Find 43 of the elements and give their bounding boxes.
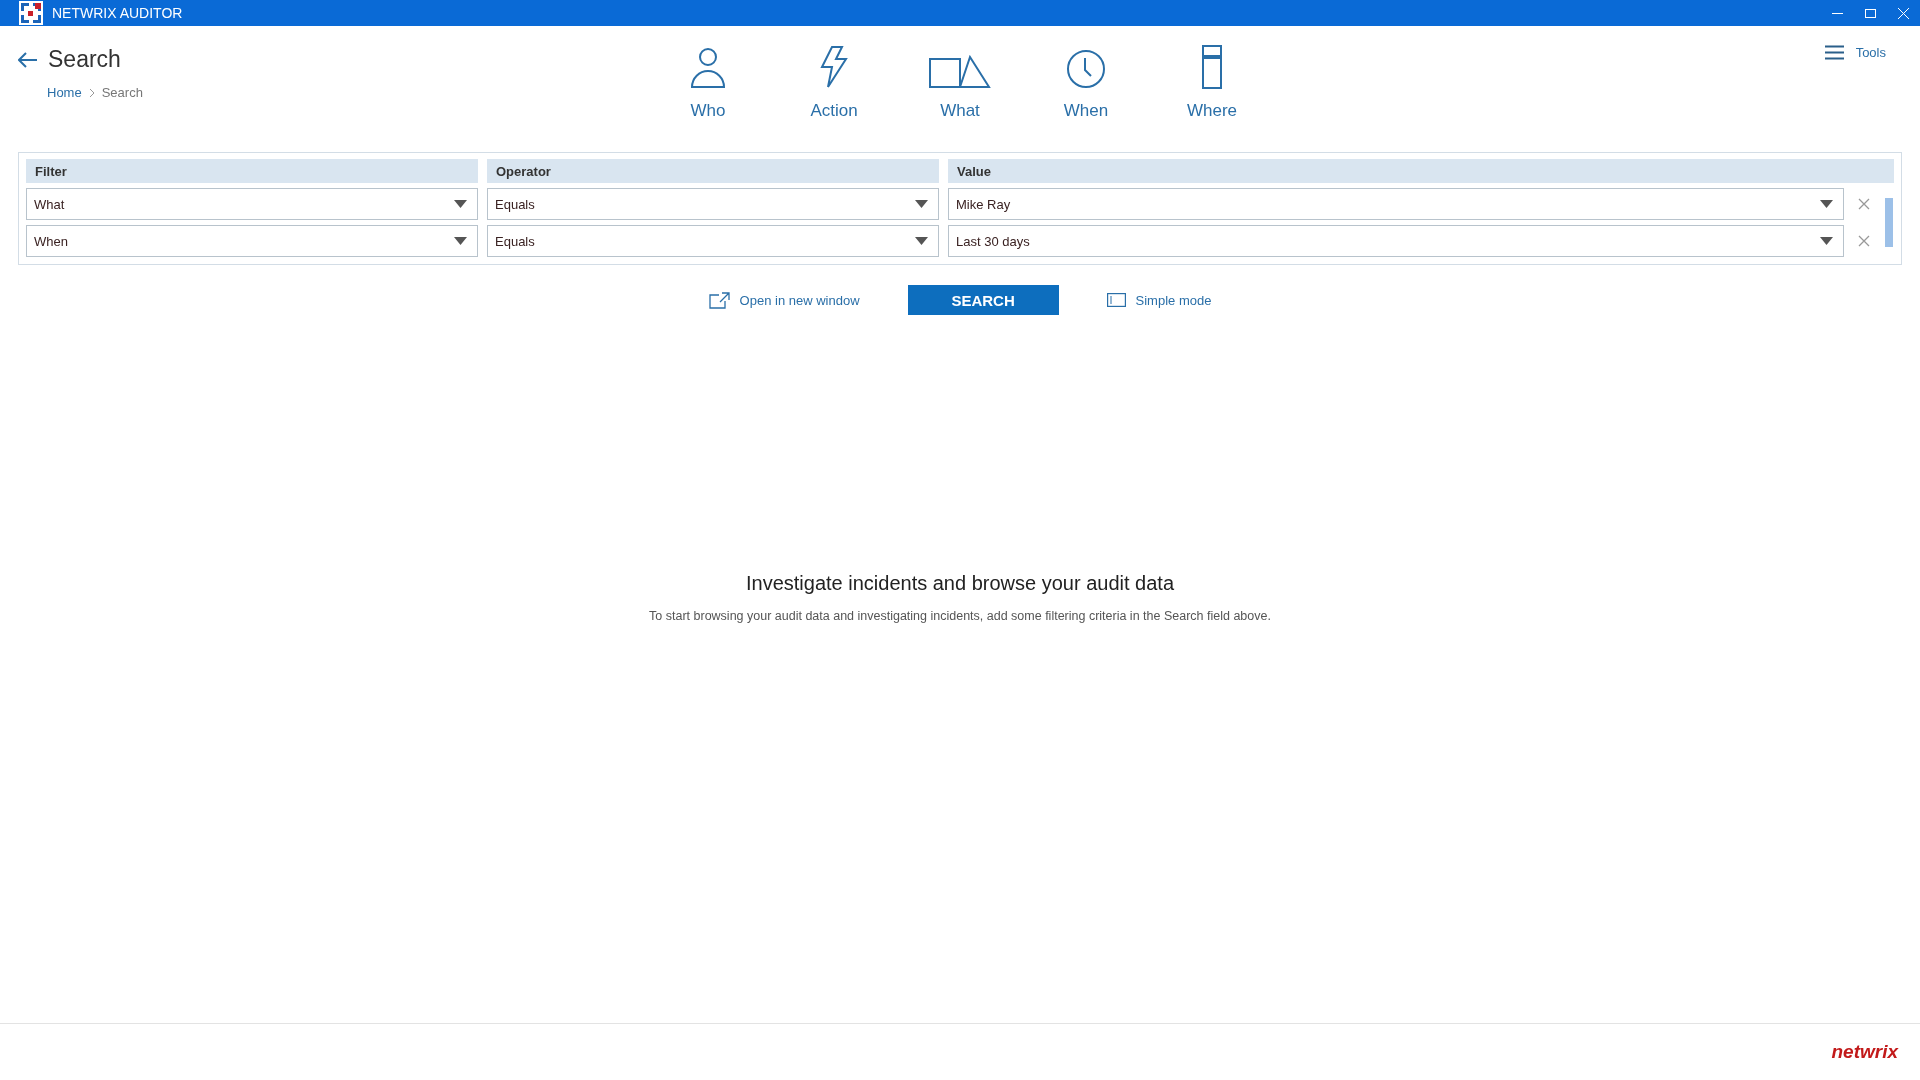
value-dropdown[interactable]: Last 30 days (948, 225, 1844, 257)
close-icon[interactable] (1898, 7, 1909, 19)
empty-state-heading: Investigate incidents and browse your audit data (745, 572, 1174, 595)
category-button[interactable]: When (1050, 43, 1122, 152)
tools-menu-button[interactable]: Tools (1824, 45, 1886, 60)
chevron-icon (87, 87, 96, 98)
window-title: NETWRIX AUDITOR (52, 5, 183, 21)
breadcrumb-link[interactable]: Home (47, 85, 82, 100)
open-new-window-link[interactable]: Open in new window (708, 291, 860, 309)
column-header: Filter (26, 159, 478, 183)
page-title: Search (48, 46, 121, 73)
caret-icon (915, 200, 928, 208)
panel-icon (1106, 293, 1126, 307)
filter-dropdown[interactable]: When (26, 225, 478, 257)
back-arrow-icon[interactable] (18, 51, 38, 68)
simple-mode-link[interactable]: Simple mode (1106, 292, 1212, 308)
remove-icon[interactable] (1858, 235, 1870, 247)
caret-icon (454, 200, 467, 208)
operator-dropdown[interactable]: Equals (487, 188, 939, 220)
caret-icon (454, 237, 467, 245)
operator-dropdown[interactable]: Equals (487, 225, 939, 257)
brand-logo: netwrix (1831, 1041, 1898, 1063)
category-button[interactable]: Who (672, 43, 744, 152)
external-link-icon (708, 291, 730, 309)
search-button[interactable]: SEARCH (907, 285, 1059, 315)
menu-icon (1824, 45, 1844, 60)
what-category-icon (929, 53, 991, 89)
caret-icon (1820, 237, 1833, 245)
column-header: Value (948, 159, 1894, 183)
filter-dropdown[interactable]: What (26, 188, 478, 220)
category-button[interactable]: What (924, 43, 996, 152)
column-header: Operator (487, 159, 939, 183)
category-button[interactable]: Action (798, 43, 870, 152)
value-dropdown[interactable]: Mike Ray (948, 188, 1844, 220)
breadcrumb-current: Search (101, 85, 143, 100)
caret-icon (915, 237, 928, 245)
maximize-icon[interactable] (1865, 7, 1876, 19)
empty-state-text: To start browsing your audit data and investigating incidents, add some filtering criteria in the Search field above. (649, 609, 1271, 623)
caret-icon (1820, 200, 1833, 208)
category-button[interactable]: Where (1176, 43, 1248, 152)
when-category-icon (1066, 49, 1106, 89)
remove-icon[interactable] (1858, 198, 1870, 210)
who-category-icon (688, 45, 728, 89)
